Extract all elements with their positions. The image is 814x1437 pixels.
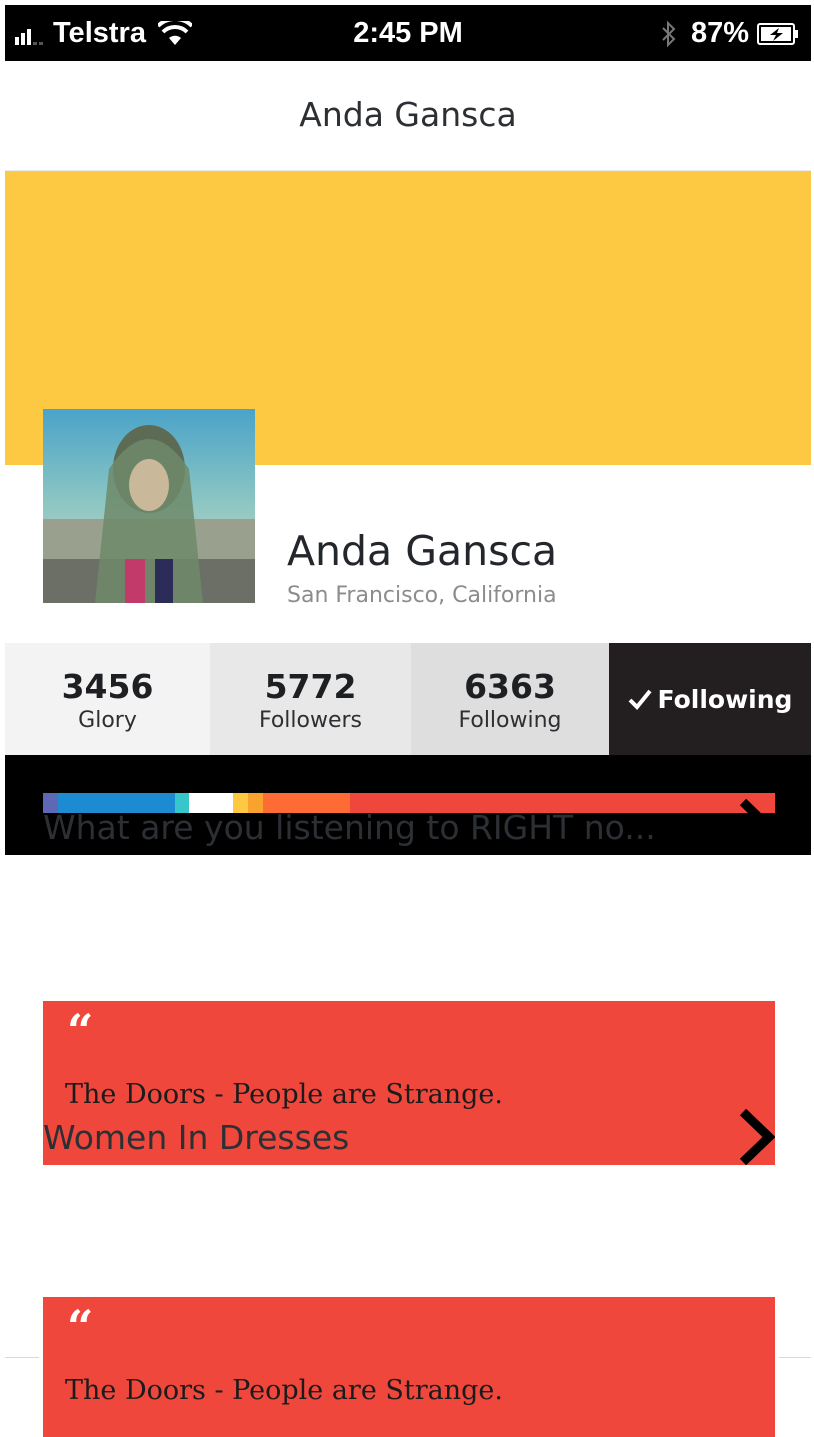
avatar-image bbox=[43, 409, 255, 603]
stat-followers[interactable]: 5772 Followers bbox=[210, 643, 411, 755]
stat-following[interactable]: 6363 Following bbox=[411, 643, 609, 755]
question-row[interactable]: Women In Dresses bbox=[43, 1101, 775, 1173]
following-button[interactable]: Following bbox=[609, 643, 811, 755]
nav-bar: Anda Gansca bbox=[5, 61, 811, 171]
battery-charging-icon bbox=[757, 22, 798, 45]
stat-label: Following bbox=[458, 708, 562, 733]
chevron-right-icon bbox=[739, 798, 775, 856]
profile-name: Anda Gansca bbox=[287, 527, 558, 575]
answer-card[interactable]: “ The Doors - People are Strange. bbox=[43, 1297, 775, 1437]
stats-row: 3456 Glory 5772 Followers 6363 Following… bbox=[5, 643, 811, 755]
quote-mark: “ bbox=[67, 1004, 94, 1058]
profile-location: San Francisco, California bbox=[287, 583, 557, 608]
chevron-right-icon bbox=[739, 1108, 775, 1166]
question-text: What are you listening to RIGHT no... bbox=[43, 807, 656, 847]
stat-glory[interactable]: 3456 Glory bbox=[5, 643, 210, 755]
bluetooth-icon bbox=[662, 20, 676, 47]
question-text: Women In Dresses bbox=[43, 1117, 350, 1157]
nav-title: Anda Gansca bbox=[299, 95, 517, 134]
answer-text: The Doors - People are Strange. bbox=[65, 1375, 503, 1406]
app-screen: Telstra 2:45 PM 87% Anda Gansca Anda Gan… bbox=[5, 5, 811, 1437]
stat-value: 5772 bbox=[264, 667, 357, 706]
divider bbox=[5, 1357, 39, 1358]
battery-percent: 87% bbox=[690, 17, 749, 49]
status-bar: Telstra 2:45 PM 87% bbox=[5, 5, 811, 61]
stat-label: Followers bbox=[258, 708, 363, 733]
stat-label: Glory bbox=[78, 708, 137, 733]
divider bbox=[779, 1357, 811, 1358]
question-row[interactable]: What are you listening to RIGHT no... bbox=[43, 791, 775, 863]
stat-value: 3456 bbox=[61, 667, 154, 706]
following-button-label: Following bbox=[657, 684, 793, 714]
status-right: 87% bbox=[661, 17, 799, 50]
profile-avatar[interactable] bbox=[43, 409, 255, 603]
quote-mark: “ bbox=[67, 1300, 94, 1354]
checkmark-icon bbox=[628, 689, 652, 710]
stat-value: 6363 bbox=[464, 667, 556, 706]
